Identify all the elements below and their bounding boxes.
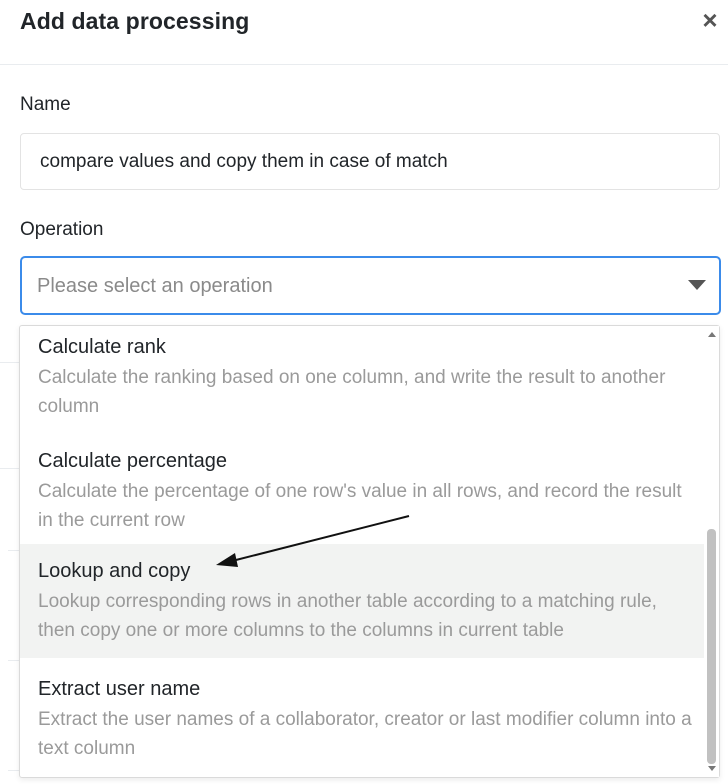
option-title: Calculate percentage (38, 450, 228, 472)
option-title: Lookup and copy (38, 560, 191, 582)
background-divider (8, 660, 19, 661)
scroll-up-icon[interactable] (708, 332, 716, 337)
option-title: Extract user name (38, 678, 201, 700)
chevron-down-icon[interactable] (688, 280, 706, 290)
dropdown-option-calculate-rank[interactable]: Calculate rank Calculate the ranking bas… (20, 330, 705, 444)
background-divider (0, 362, 19, 363)
add-data-processing-dialog: Add data processing × Name Operation Ple… (0, 0, 728, 784)
dropdown-option-calculate-percentage[interactable]: Calculate percentage Calculate the perce… (20, 444, 705, 558)
operation-dropdown-menu: Calculate rank Calculate the ranking bas… (19, 325, 720, 778)
dropdown-option-lookup-and-copy[interactable]: Lookup and copy Lookup corresponding row… (20, 544, 705, 658)
operation-select[interactable]: Please select an operation (20, 256, 721, 315)
option-description: Calculate the percentage of one row's va… (38, 481, 682, 531)
dropdown-scrollbar[interactable] (704, 326, 719, 777)
background-divider (0, 468, 19, 469)
option-title: Calculate rank (38, 336, 166, 358)
name-label: Name (20, 94, 71, 115)
option-description: Lookup corresponding rows in another tab… (38, 591, 657, 641)
operation-placeholder: Please select an operation (37, 275, 273, 297)
dropdown-option-extract-user-name[interactable]: Extract user name Extract the user names… (20, 672, 705, 777)
dialog-title: Add data processing (20, 8, 250, 34)
name-input[interactable] (20, 133, 720, 190)
option-description: Calculate the ranking based on one colum… (38, 367, 666, 417)
close-icon[interactable]: × (698, 6, 722, 34)
scroll-down-icon[interactable] (708, 766, 716, 771)
background-divider (8, 550, 19, 551)
background-divider (8, 770, 19, 771)
scrollbar-thumb[interactable] (707, 529, 716, 764)
option-description: Extract the user names of a collaborator… (38, 709, 692, 759)
dialog-header: Add data processing × (0, 0, 728, 65)
operation-label: Operation (20, 219, 104, 240)
